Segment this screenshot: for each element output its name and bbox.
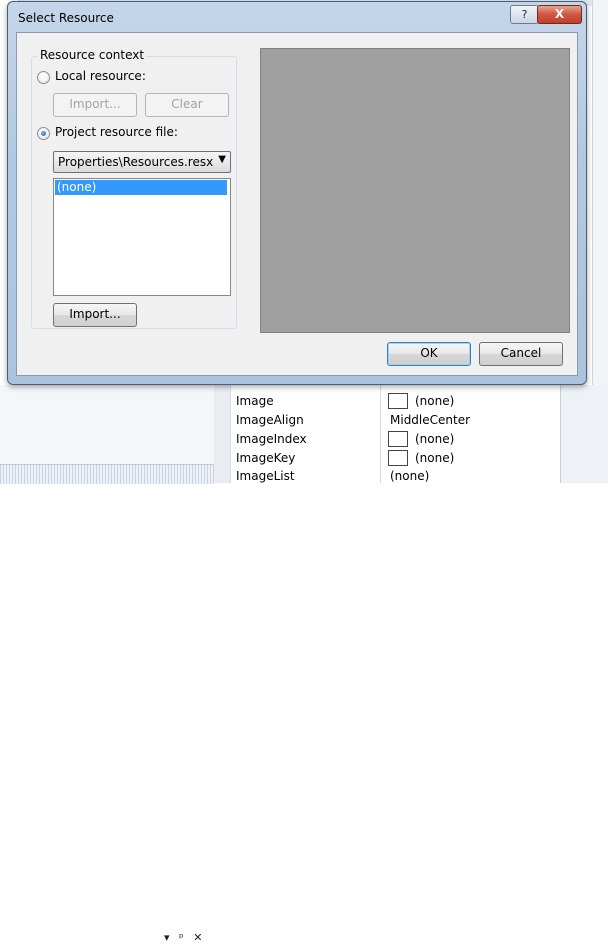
- help-button[interactable]: ?: [510, 5, 539, 24]
- property-value[interactable]: (none): [415, 451, 454, 465]
- property-value[interactable]: (none): [415, 394, 454, 408]
- image-preview: [260, 48, 570, 333]
- property-value[interactable]: (none): [415, 432, 454, 446]
- list-item-label: (none): [57, 180, 97, 194]
- project-resource-label[interactable]: Project resource file:: [55, 125, 178, 139]
- local-resource-label[interactable]: Local resource:: [55, 69, 146, 83]
- property-value[interactable]: (none): [390, 469, 429, 483]
- property-row[interactable]: Image (none): [236, 393, 546, 412]
- ok-label: OK: [420, 346, 438, 360]
- local-resource-radio[interactable]: [37, 71, 50, 84]
- local-import-label: Import...: [69, 97, 121, 111]
- ide-panel-buttons: ▾ ᵖ ✕: [164, 931, 208, 944]
- cancel-button[interactable]: Cancel: [479, 342, 563, 366]
- property-value[interactable]: MiddleCenter: [390, 413, 470, 427]
- property-name: ImageAlign: [236, 413, 304, 427]
- select-resource-dialog: Select Resource ? X Resource context Loc…: [7, 1, 587, 385]
- dropdown-icon[interactable]: ▾: [164, 931, 170, 944]
- image-swatch: [388, 450, 408, 466]
- close-icon: X: [554, 7, 565, 21]
- resource-file-dropdown[interactable]: Properties\Resources.resx ▼: [53, 151, 231, 173]
- group-caption: Resource context: [38, 48, 147, 62]
- project-import-button[interactable]: Import...: [53, 303, 137, 327]
- local-import-button[interactable]: Import...: [53, 93, 137, 117]
- close-button[interactable]: X: [537, 5, 582, 24]
- dialog-title: Select Resource: [18, 11, 114, 25]
- ok-button[interactable]: OK: [387, 342, 471, 366]
- clear-label: Clear: [171, 97, 203, 111]
- cancel-label: Cancel: [500, 346, 542, 360]
- property-row[interactable]: ImageAlign MiddleCenter: [236, 412, 546, 431]
- property-name: Image: [236, 394, 274, 408]
- pin-icon[interactable]: ᵖ: [179, 931, 184, 944]
- property-row[interactable]: ImageKey (none): [236, 450, 546, 469]
- resource-file-value: Properties\Resources.resx: [58, 155, 214, 169]
- properties-scrollbar[interactable]: [560, 385, 608, 483]
- property-name: ImageList: [236, 469, 295, 483]
- clear-button[interactable]: Clear: [145, 93, 229, 117]
- help-icon: ?: [521, 8, 528, 21]
- list-item[interactable]: (none): [55, 180, 227, 195]
- project-resource-radio[interactable]: [37, 127, 50, 140]
- property-name: ImageKey: [236, 451, 296, 465]
- close-icon[interactable]: ✕: [193, 931, 202, 944]
- chevron-down-icon: ▼: [218, 154, 226, 165]
- ide-panel-header: ▾ ᵖ ✕: [0, 464, 214, 944]
- properties-gutter: [214, 385, 231, 483]
- property-row[interactable]: ImageIndex (none): [236, 431, 546, 450]
- image-swatch: [388, 431, 408, 447]
- property-name: ImageIndex: [236, 432, 307, 446]
- image-swatch: [388, 393, 408, 409]
- dialog-client-area: Resource context Local resource: Import.…: [16, 32, 578, 376]
- property-row[interactable]: ImageList (none): [236, 468, 546, 487]
- project-import-label: Import...: [69, 307, 121, 321]
- resource-list[interactable]: (none): [53, 178, 231, 296]
